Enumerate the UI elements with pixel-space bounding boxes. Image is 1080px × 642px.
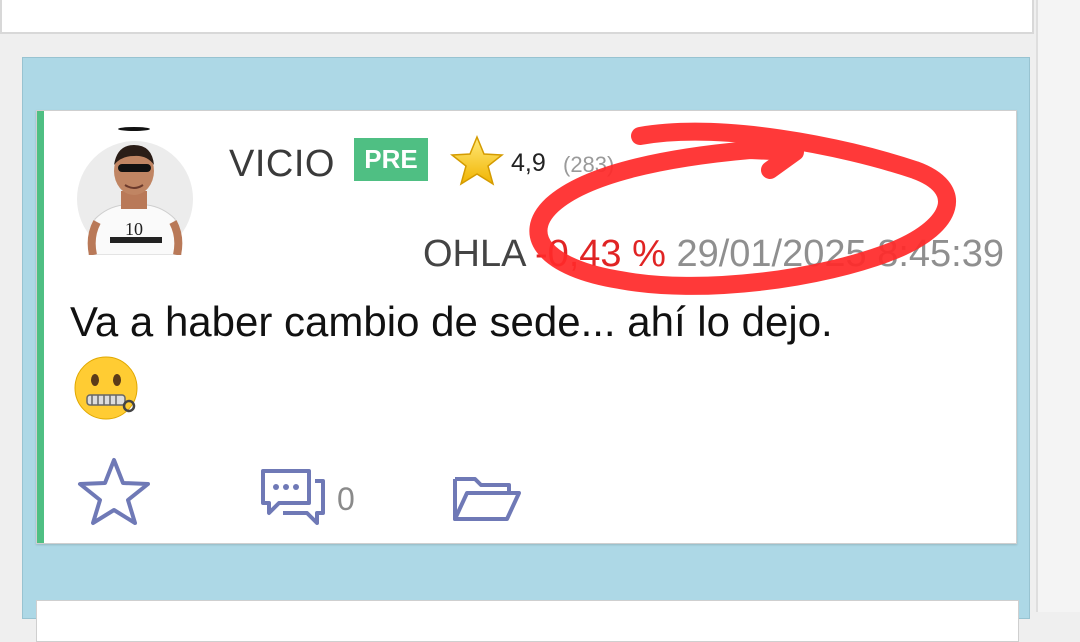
star-rating-icon xyxy=(450,135,504,186)
post-accent-bar xyxy=(37,111,44,543)
post-message: Va a haber cambio de sede... ahí lo dejo… xyxy=(70,298,833,345)
ticker-symbol[interactable]: OHLA xyxy=(423,233,524,275)
user-avatar[interactable]: 10 xyxy=(77,127,193,255)
post-timestamp: 29/01/2025 8:45:39 xyxy=(676,233,1004,275)
comment-count: 0 xyxy=(337,481,355,517)
post-card: 10 VICIO PRE 4,9 (283) OHLA -0,43 % 29/0… xyxy=(36,110,1017,544)
review-count: (283) xyxy=(563,152,615,177)
premium-badge: PRE xyxy=(354,138,428,181)
folder-icon[interactable] xyxy=(451,471,521,523)
favorite-star-icon[interactable] xyxy=(77,456,151,526)
previous-post-card xyxy=(0,0,1034,34)
comments-icon[interactable] xyxy=(259,467,327,527)
scroll-rail xyxy=(1036,0,1080,612)
post-meta: OHLA -0,43 % 29/01/2025 8:45:39 xyxy=(423,233,1004,276)
username[interactable]: VICIO xyxy=(229,143,335,186)
user-rating: 4,9 xyxy=(511,149,546,177)
next-post-card xyxy=(36,600,1019,642)
price-change: -0,43 % xyxy=(534,233,666,275)
zipper-mouth-emoji-icon xyxy=(74,356,138,420)
avatar-shirt-text: 10 xyxy=(125,219,143,239)
